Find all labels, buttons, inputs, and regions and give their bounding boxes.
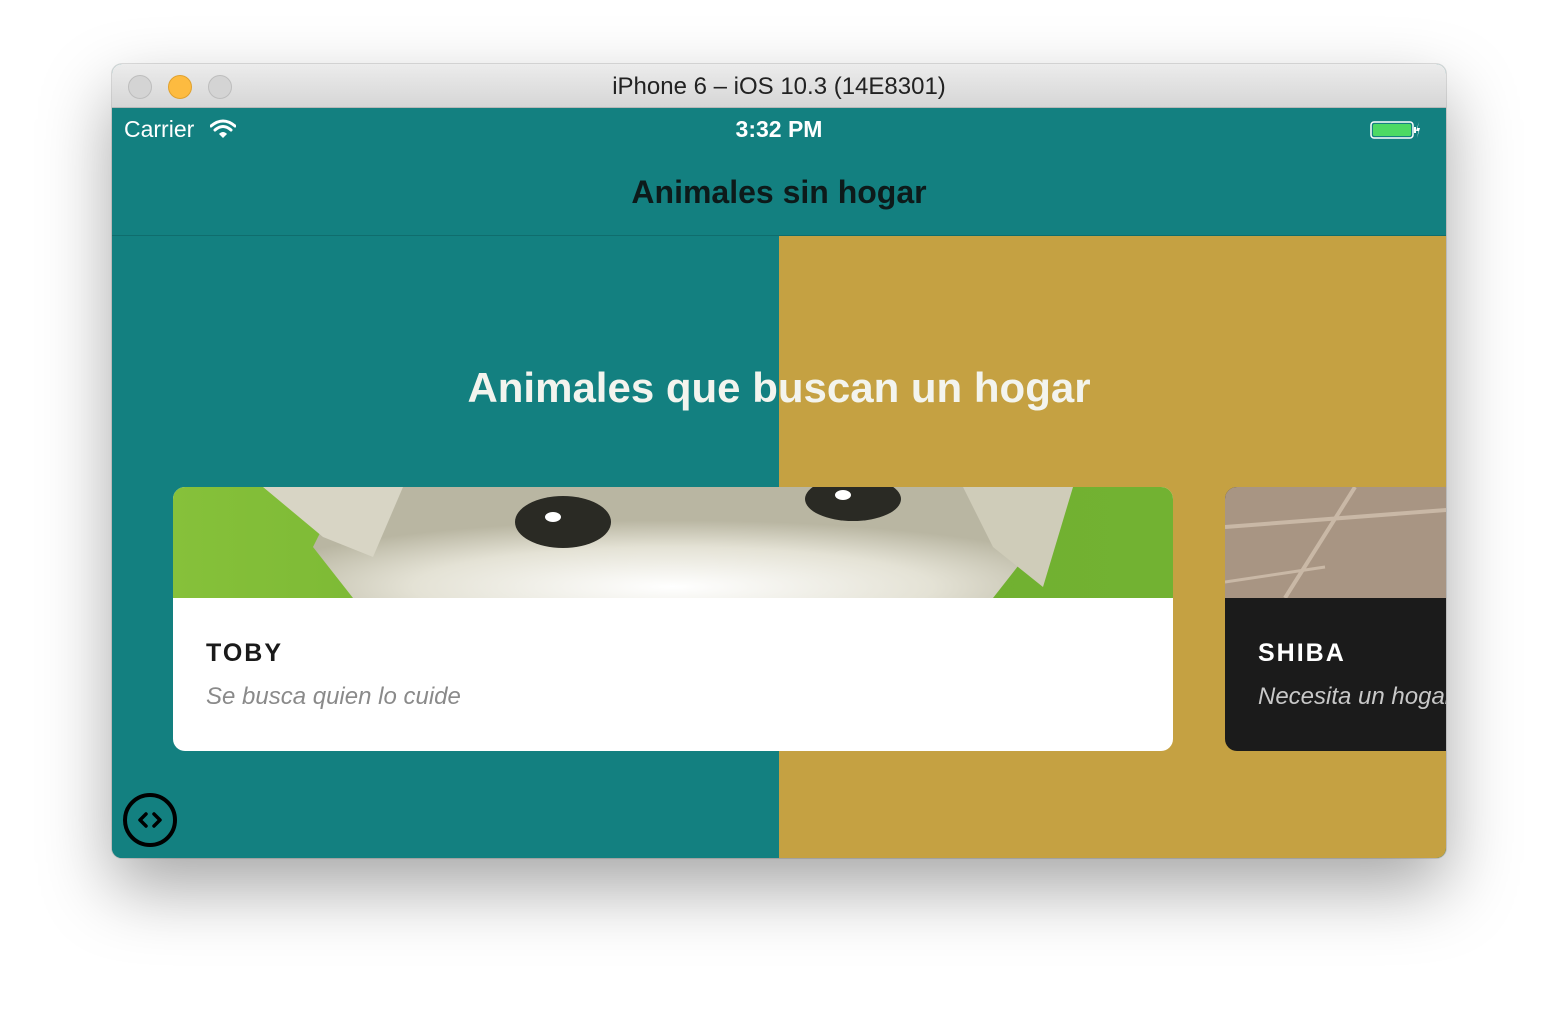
battery-icon (1370, 121, 1420, 139)
main-content: Animales que buscan un hogar TOBY Se bus… (112, 236, 1446, 858)
nav-title: Animales sin hogar (631, 174, 927, 210)
animal-card-toby[interactable]: TOBY Se busca quien lo cuide (173, 487, 1173, 751)
window-title: iPhone 6 – iOS 10.3 (14E8301) (612, 73, 946, 100)
card-title: SHIBA (1258, 639, 1346, 667)
section-headline: Animales que buscan un hogar (467, 364, 1091, 411)
navigation-bar: Animales sin hogar (112, 148, 1446, 236)
card-title: TOBY (206, 639, 283, 667)
card-photo-puppy (173, 487, 1173, 598)
status-bar: Carrier 3:32 PM (112, 108, 1446, 148)
animal-card-shiba[interactable]: SHIBA Necesita un hogar (1225, 487, 1446, 751)
card-subtitle: Se busca quien lo cuide (206, 683, 461, 710)
code-icon[interactable] (122, 792, 178, 848)
device-screen: Carrier 3:32 PM Animales sin hogar Anima… (112, 108, 1446, 858)
card-photo-tiles (1225, 487, 1446, 598)
card-subtitle: Necesita un hogar (1258, 683, 1446, 710)
simulator-window: iPhone 6 – iOS 10.3 (14E8301) Carrier 3:… (112, 64, 1446, 858)
title-bar: iPhone 6 – iOS 10.3 (14E8301) (112, 64, 1446, 108)
status-time: 3:32 PM (735, 116, 823, 142)
